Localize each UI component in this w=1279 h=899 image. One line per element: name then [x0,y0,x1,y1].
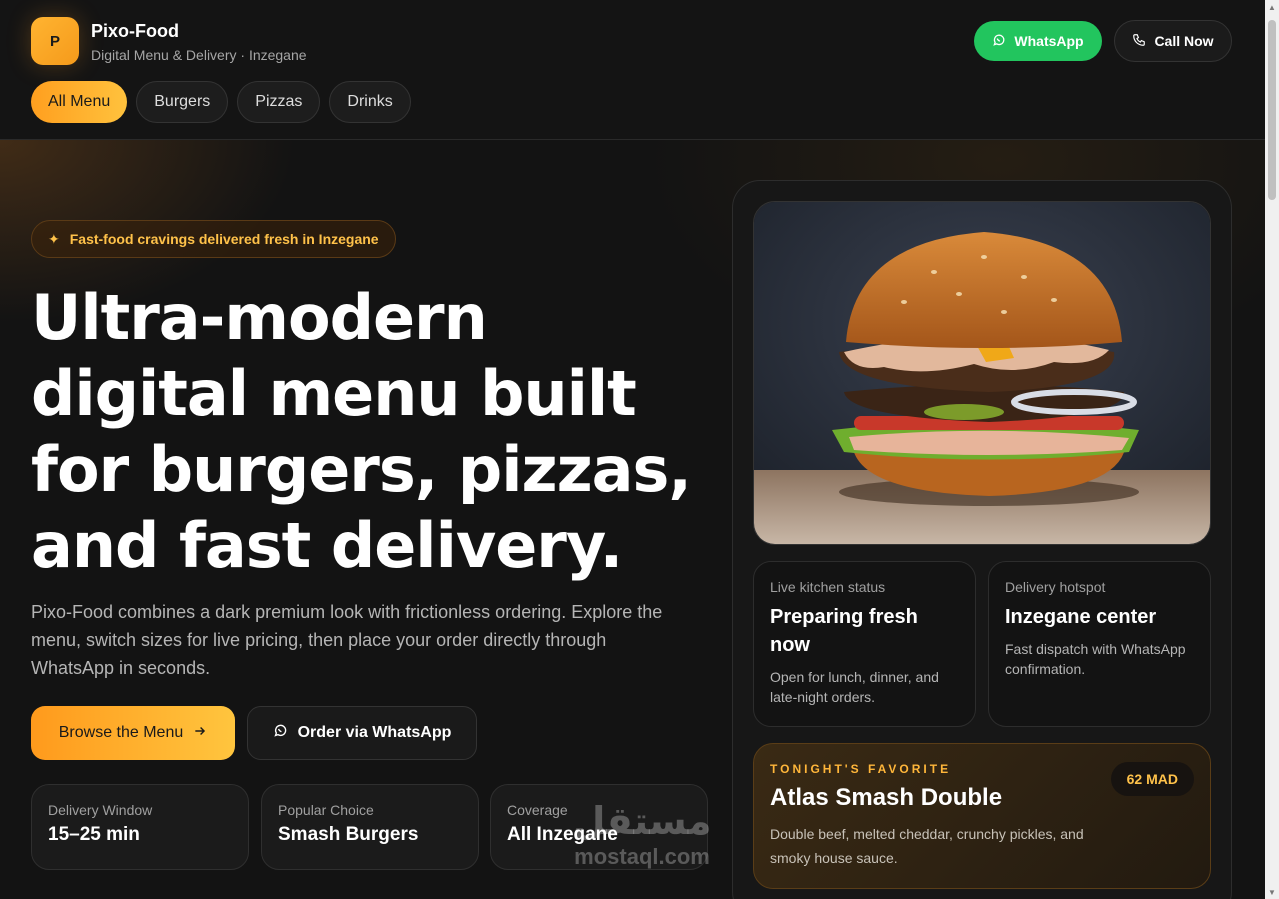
whatsapp-icon [273,723,288,743]
site-header: P Pixo-Food Digital Menu & Delivery · In… [0,0,1265,140]
kitchen-status-title: Preparing fresh now [770,606,918,656]
scroll-down-icon[interactable]: ▼ [1265,885,1279,899]
call-now-button[interactable]: Call Now [1114,20,1232,62]
tab-drinks[interactable]: Drinks [329,81,411,123]
stat-value: Smash Burgers [278,824,419,845]
whatsapp-icon [992,33,1006,50]
browse-menu-button[interactable]: Browse the Menu [31,706,235,760]
stat-label: Popular Choice [278,802,374,818]
page: P Pixo-Food Digital Menu & Delivery · In… [0,0,1265,899]
kitchen-status-card: Live kitchen status Preparing fresh now … [753,561,976,727]
sparkle-icon: ✦ [48,230,60,247]
scroll-up-icon[interactable]: ▲ [1265,0,1279,14]
phone-icon [1132,33,1146,50]
hero-lead: Pixo-Food combines a dark premium look w… [31,602,663,678]
arrow-right-icon [193,724,207,743]
stat-value: 15–25 min [48,824,140,845]
kitchen-status-desc: Open for lunch, dinner, and late-night o… [770,669,939,705]
kitchen-status-label: Live kitchen status [770,579,886,595]
scrollbar-thumb[interactable] [1268,20,1276,200]
hero-pill: ✦ Fast-food cravings delivered fresh in … [31,220,396,258]
delivery-hotspot-title: Inzegane center [1005,606,1157,628]
hero-headline: Ultra-modern digital menu built for burg… [31,281,692,582]
logo[interactable]: P [31,17,79,65]
watermark-arabic: مستقل [572,801,712,843]
hero-pill-text: Fast-food cravings delivered fresh in In… [69,231,379,247]
hero-section: ✦ Fast-food cravings delivered fresh in … [0,140,1265,899]
stat-popular-choice: Popular Choice Smash Burgers [261,784,479,870]
whatsapp-button[interactable]: WhatsApp [974,21,1102,61]
brand-subtitle: Digital Menu & Delivery · Inzegane [91,47,307,63]
whatsapp-label: WhatsApp [1014,33,1084,49]
delivery-hotspot-desc: Fast dispatch with WhatsApp confirmation… [1005,641,1186,677]
brand-name: Pixo-Food [91,21,179,41]
delivery-hotspot-label: Delivery hotspot [1005,579,1106,595]
stat-label: Delivery Window [48,802,153,818]
tab-all-menu[interactable]: All Menu [31,81,128,123]
watermark: مستقل mostaql.com [562,800,722,870]
burger-photo [753,201,1211,545]
favorite-desc: Double beef, melted cheddar, crunchy pic… [770,826,1084,866]
tab-burgers[interactable]: Burgers [136,81,229,123]
order-whatsapp-button[interactable]: Order via WhatsApp [247,706,477,760]
call-label: Call Now [1154,33,1214,49]
favorite-card[interactable]: TONIGHT'S FAVORITE Atlas Smash Double Do… [753,743,1211,889]
order-whatsapp-label: Order via WhatsApp [297,724,452,741]
delivery-hotspot-card: Delivery hotspot Inzegane center Fast di… [988,561,1211,727]
stat-delivery-window: Delivery Window 15–25 min [31,784,249,870]
tab-pizzas[interactable]: Pizzas [237,81,321,123]
price-badge: 62 MAD [1110,762,1194,796]
category-tabs: All Menu Burgers Pizzas Drinks [31,81,411,123]
watermark-latin: mostaql.com [574,844,710,869]
browse-menu-label: Browse the Menu [58,724,184,741]
